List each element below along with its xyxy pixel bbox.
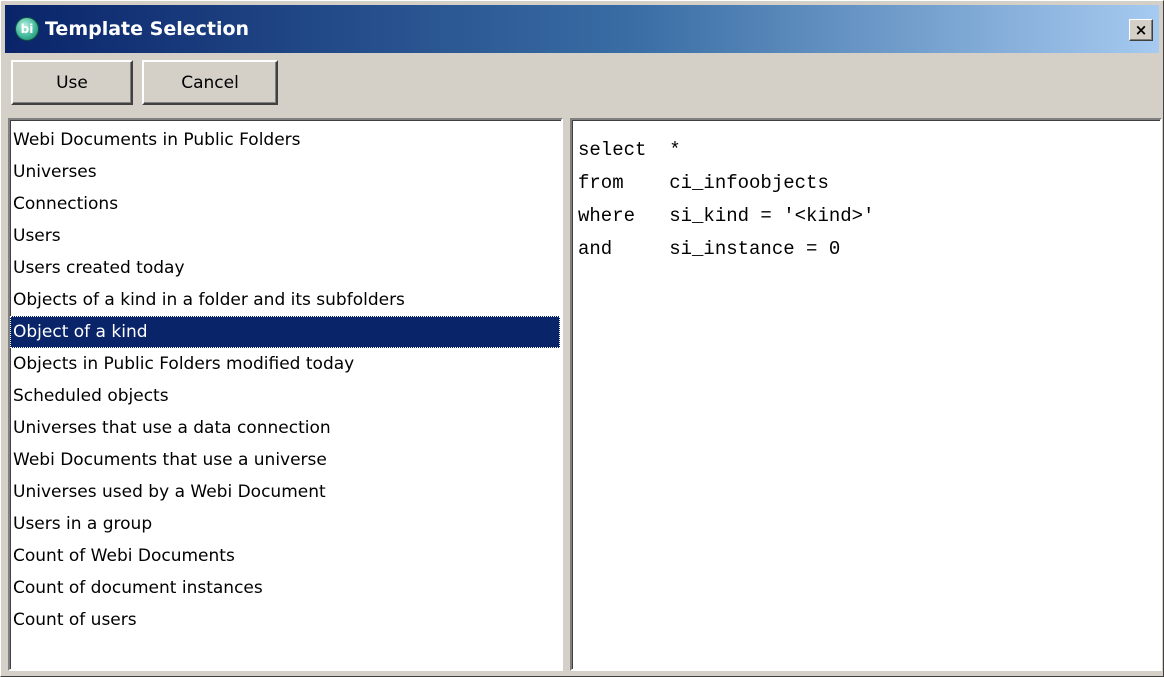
list-item[interactable]: Objects of a kind in a folder and its su… [10,284,560,316]
list-item[interactable]: Connections [10,188,560,220]
template-list-panel[interactable]: Webi Documents in Public Folders Universe… [8,118,563,671]
use-button[interactable]: Use [11,60,133,105]
list-item[interactable]: Universes used by a Webi Document [10,476,560,508]
query-preview-text[interactable]: select * from ci_infoobjectswhere si_kind… [572,120,1160,266]
list-item-selected[interactable]: Object of a kind [10,316,560,348]
list-item[interactable]: Scheduled objects [10,380,560,412]
template-list[interactable]: Webi Documents in Public Folders Universe… [10,120,561,636]
list-item[interactable]: Users [10,220,560,252]
toolbar: Use Cancel [5,57,1159,111]
dialog-title: Template Selection [45,18,250,40]
list-item[interactable]: Webi Documents that use a universe [10,444,560,476]
list-item[interactable]: Objects in Public Folders modified today [10,348,560,380]
list-item[interactable]: Count of document instances [10,572,560,604]
list-item[interactable]: Users created today [10,252,560,284]
title-bar[interactable]: bi Template Selection × [5,5,1159,53]
business-intelligence-app-icon: bi [15,17,39,41]
list-item[interactable]: Universes that use a data connection [10,412,560,444]
list-item[interactable]: Users in a group [10,508,560,540]
cancel-button[interactable]: Cancel [142,60,278,105]
query-line: from ci_infoobjects [578,172,829,194]
template-selection-dialog: bi Template Selection × Use Cancel Webi … [0,0,1164,677]
list-item[interactable]: Universes [10,156,560,188]
query-line: where si_kind = '<kind>' [578,205,875,227]
cancel-button-label: Cancel [181,72,239,93]
list-item[interactable]: Count of users [10,604,560,636]
query-line: select * [578,139,681,161]
query-line: and si_instance = 0 [578,238,841,260]
list-item[interactable]: Count of Webi Documents [10,540,560,572]
close-icon: × [1134,21,1148,39]
use-button-label: Use [56,72,88,93]
list-item[interactable]: Webi Documents in Public Folders [10,124,560,156]
close-button[interactable]: × [1129,19,1153,41]
query-preview-panel[interactable]: select * from ci_infoobjectswhere si_kind… [570,118,1162,671]
